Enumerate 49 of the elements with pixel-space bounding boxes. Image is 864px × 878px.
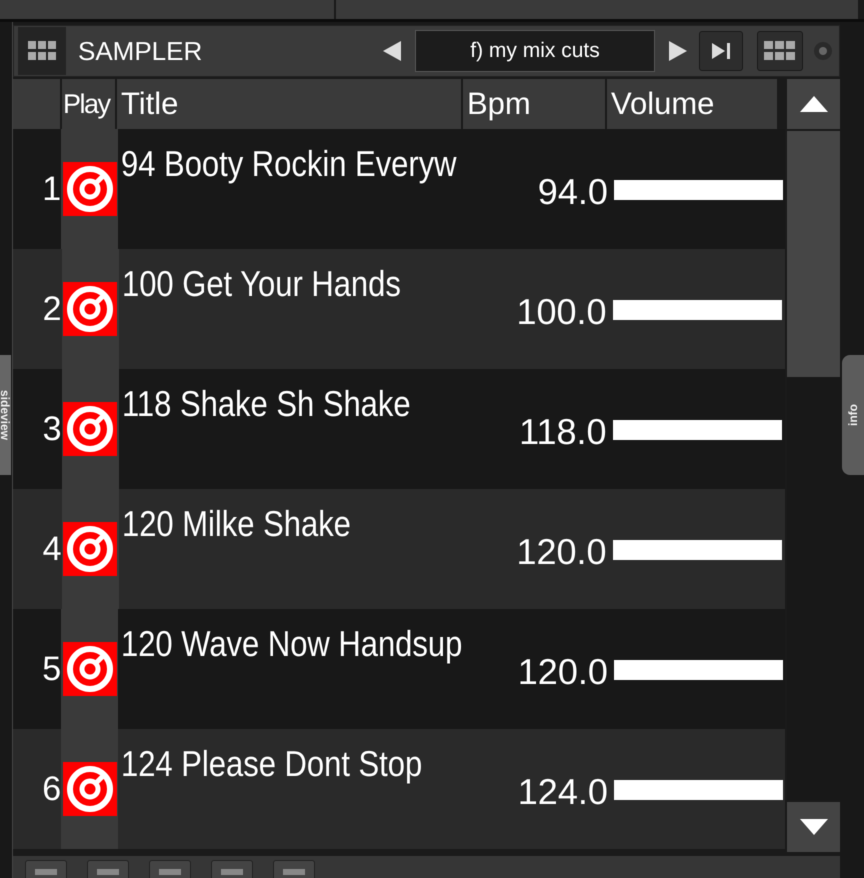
bank-selector[interactable]: f) my mix cuts bbox=[415, 30, 655, 72]
column-header[interactable]: Play bbox=[62, 79, 115, 129]
track-title: 100 Get Your Hands bbox=[122, 263, 401, 305]
scroll-up-button[interactable] bbox=[787, 79, 840, 129]
target-play-icon[interactable] bbox=[63, 282, 118, 336]
target-play-icon[interactable] bbox=[63, 402, 118, 456]
column-header[interactable]: Bpm bbox=[463, 79, 605, 129]
grid-button[interactable] bbox=[757, 31, 803, 71]
bpm-value: 124.0 bbox=[518, 771, 608, 813]
track-title: 124 Please Dont Stop bbox=[121, 743, 422, 785]
toolbar-button[interactable] bbox=[25, 860, 67, 878]
bpm-value: 94.0 bbox=[538, 171, 608, 213]
target-play-icon[interactable] bbox=[63, 522, 118, 576]
bpm-value: 120.0 bbox=[516, 531, 607, 573]
up-arrow-icon bbox=[800, 96, 828, 112]
track-title: 118 Shake Sh Shake bbox=[122, 383, 411, 425]
target-play-icon[interactable] bbox=[62, 762, 117, 816]
row-number: 4 bbox=[42, 530, 62, 568]
column-header[interactable]: Volume bbox=[607, 79, 777, 129]
toolbar-button[interactable] bbox=[273, 860, 315, 878]
skip-end-icon bbox=[710, 42, 732, 60]
target-play-icon[interactable] bbox=[62, 642, 117, 696]
grid-icon bbox=[28, 41, 56, 61]
track-title: 120 Wave Now Handsup bbox=[121, 623, 463, 665]
sideview-tab[interactable]: sideview bbox=[0, 355, 11, 475]
toolbar-button[interactable] bbox=[211, 860, 253, 878]
bpm-value: 100.0 bbox=[516, 291, 607, 333]
skip-end-button[interactable] bbox=[699, 31, 743, 71]
track-title: 94 Booty Rockin Everyw bbox=[121, 143, 457, 185]
record-dot-icon[interactable] bbox=[813, 41, 833, 61]
row-number: 2 bbox=[42, 290, 62, 328]
scroll-thumb[interactable] bbox=[787, 131, 840, 377]
row-number: 6 bbox=[42, 770, 62, 808]
bpm-value: 120.0 bbox=[518, 651, 608, 693]
sampler-title: SAMPLER bbox=[78, 36, 202, 66]
grid-button[interactable] bbox=[18, 27, 66, 75]
row-number: 5 bbox=[42, 650, 62, 688]
toolbar-button[interactable] bbox=[87, 860, 129, 878]
toolbar-button[interactable] bbox=[149, 860, 191, 878]
column-header[interactable]: Title bbox=[117, 79, 461, 129]
down-arrow-icon bbox=[800, 819, 828, 835]
grid-icon bbox=[764, 41, 796, 61]
row-number: 3 bbox=[42, 410, 62, 448]
info-tab[interactable]: info bbox=[842, 355, 864, 475]
scroll-down-button[interactable] bbox=[787, 802, 840, 852]
track-title: 120 Milke Shake bbox=[122, 503, 351, 545]
target-play-icon[interactable] bbox=[62, 162, 117, 216]
row-number: 1 bbox=[42, 170, 62, 208]
bpm-value: 118.0 bbox=[519, 411, 607, 453]
